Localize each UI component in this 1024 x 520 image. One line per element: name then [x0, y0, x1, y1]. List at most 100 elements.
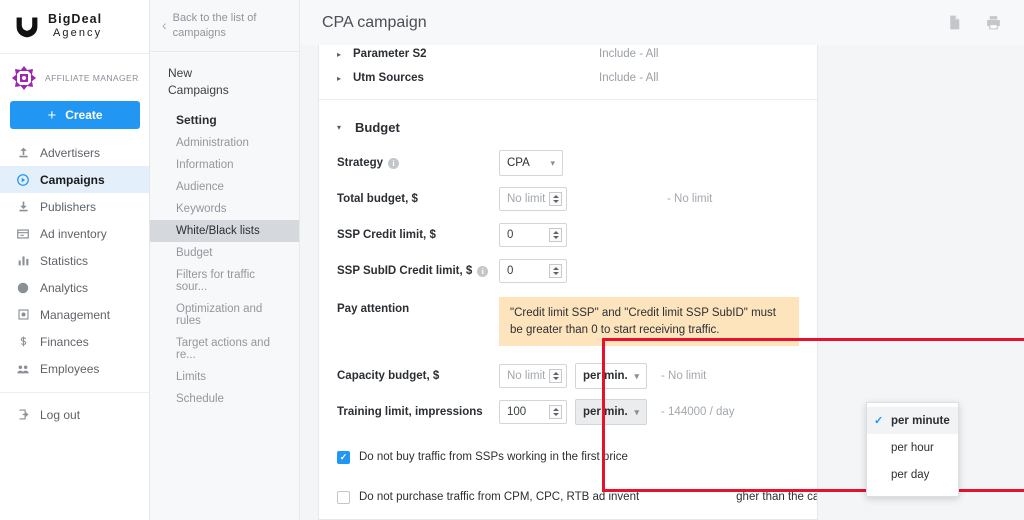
checkbox-row-first-price[interactable]: ✓ Do not buy traffic from SSPs working i…: [319, 442, 817, 472]
subnav-heading: New Campaigns: [150, 52, 299, 108]
chevron-down-icon: ▾: [550, 157, 555, 168]
sidebar-item-label: Statistics: [40, 253, 89, 268]
bar-chart-icon: [16, 254, 30, 268]
info-icon[interactable]: i: [388, 157, 400, 169]
printer-icon[interactable]: [985, 14, 1002, 31]
info-icon[interactable]: i: [477, 265, 489, 277]
play-circle-icon: [16, 173, 30, 187]
subnav-item-setting[interactable]: Setting: [150, 108, 299, 132]
spinner-icon[interactable]: [549, 228, 562, 242]
sidebar-item-label: Advertisers: [40, 145, 101, 160]
subnav-item-limits[interactable]: Limits: [150, 366, 299, 388]
tree-row-parameter-s2[interactable]: ▸ Parameter S2 Include - All: [319, 45, 817, 63]
campaign-subnav: ‹ Back to the list of campaigns New Camp…: [150, 0, 300, 520]
tree-row-value: Include - All: [599, 48, 659, 60]
subnav-item-filters-for-traffic-sources[interactable]: Filters for traffic sour...: [150, 264, 299, 298]
training-limit-hint: - 144000 / day: [661, 406, 735, 419]
chevron-right-icon: ▸: [337, 73, 342, 83]
subnav-item-optimization-and-rules[interactable]: Optimization and rules: [150, 298, 299, 332]
sidebar-item-label: Publishers: [40, 199, 97, 214]
tree-row-label: Utm Sources: [353, 72, 424, 84]
checkbox-first-price[interactable]: ✓: [337, 450, 350, 464]
training-limit-input[interactable]: 100: [499, 400, 567, 425]
sidebar-item-publishers[interactable]: Publishers: [0, 193, 149, 220]
sidebar-item-management[interactable]: Management: [0, 301, 149, 328]
strategy-select[interactable]: CPA ▾: [499, 150, 563, 176]
tree-row-label: Parameter S2: [353, 48, 427, 60]
sidebar-item-finances[interactable]: Finances: [0, 328, 149, 355]
sidebar-item-label: Analytics: [40, 280, 89, 295]
subnav-item-white-black-lists[interactable]: White/Black lists: [150, 219, 299, 242]
subnav-item-keywords[interactable]: Keywords: [150, 198, 299, 220]
logout-arrow-icon: [16, 408, 30, 422]
checkbox-cpm-cpc-rtb[interactable]: [337, 490, 350, 504]
dropdown-option-per-hour[interactable]: per hour: [867, 434, 958, 461]
strategy-select-value: CPA: [507, 157, 530, 169]
brand-name: BigDeal: [48, 11, 103, 26]
spinner-icon[interactable]: [549, 405, 562, 420]
dropdown-option-per-day[interactable]: per day: [867, 461, 958, 488]
back-to-campaigns-link[interactable]: ‹ Back to the list of campaigns: [150, 0, 299, 52]
brand-text: BigDeal Agency: [48, 12, 102, 41]
training-limit-period-select[interactable]: per min... ▾: [575, 399, 647, 426]
period-dropdown-menu[interactable]: ✓ per minute per hour per day: [866, 402, 959, 497]
subnav-item-administration[interactable]: Administration: [150, 132, 299, 154]
tree-row-value: Include - All: [599, 72, 659, 84]
sidebar-item-label: Finances: [40, 334, 89, 349]
sidebar-item-advertisers[interactable]: Advertisers: [0, 139, 149, 166]
chevron-down-icon: ▾: [337, 123, 342, 132]
tree-row-utm-sources[interactable]: ▸ Utm Sources Include - All: [319, 63, 817, 93]
back-to-campaigns-label: Back to the list of campaigns: [172, 12, 257, 39]
sidebar-item-label: Campaigns: [40, 172, 105, 187]
ssp-credit-limit-input[interactable]: 0: [499, 223, 567, 247]
subnav-item-target-actions[interactable]: Target actions and re...: [150, 332, 299, 366]
pay-attention-row: Pay attention "Credit limit SSP" and "Cr…: [319, 289, 817, 347]
spinner-icon[interactable]: [549, 192, 562, 206]
sidebar-item-employees[interactable]: Employees: [0, 355, 149, 382]
sidebar-divider: [0, 392, 149, 393]
budget-section-header[interactable]: ▾ Budget: [319, 106, 817, 145]
app-root: BigDeal Agency AFFILIATE MANAGER + Creat…: [0, 0, 1024, 520]
check-icon: ✓: [874, 415, 884, 427]
capacity-budget-period-select[interactable]: per min... ▾: [575, 363, 647, 390]
sidebar-item-label: Management: [40, 307, 111, 322]
capacity-budget-input[interactable]: No limit: [499, 364, 567, 389]
upload-arrow-icon: [16, 146, 30, 160]
account-block: AFFILIATE MANAGER + Create: [0, 54, 149, 129]
pay-attention-note: "Credit limit SSP" and "Credit limit SSP…: [499, 297, 799, 347]
capacity-budget-label: Capacity budget, $: [337, 370, 440, 383]
sidebar-item-analytics[interactable]: Analytics: [0, 274, 149, 301]
spinner-icon[interactable]: [549, 369, 562, 384]
ssp-subid-credit-limit-label-group: SSP SubID Credit limit, $ i: [337, 265, 499, 277]
ssp-subid-credit-limit-input[interactable]: 0: [499, 259, 567, 283]
subnav-item-audience[interactable]: Audience: [150, 176, 299, 198]
checkbox-row-cpm-cpc-rtb[interactable]: Do not purchase traffic from CPM, CPC, R…: [319, 482, 817, 512]
dropdown-option-label: per hour: [891, 441, 934, 454]
primary-sidebar: BigDeal Agency AFFILIATE MANAGER + Creat…: [0, 0, 150, 520]
total-budget-input[interactable]: No limit: [499, 187, 567, 211]
total-budget-hint: - No limit: [667, 193, 713, 205]
account-row: AFFILIATE MANAGER: [10, 64, 139, 92]
download-arrow-icon: [16, 200, 30, 214]
chevron-right-icon: ▸: [337, 49, 342, 59]
account-role: AFFILIATE MANAGER: [45, 73, 139, 83]
brand-logo-block[interactable]: BigDeal Agency: [0, 0, 149, 54]
ssp-subid-credit-limit-label: SSP SubID Credit limit, $: [337, 265, 473, 277]
chevron-left-icon: ‹: [162, 17, 167, 34]
subnav-item-budget[interactable]: Budget: [150, 242, 299, 264]
sidebar-item-logout[interactable]: Log out: [0, 401, 149, 428]
sidebar-item-label: Ad inventory: [40, 226, 107, 241]
dropdown-option-per-minute[interactable]: ✓ per minute: [867, 407, 958, 434]
sidebar-item-statistics[interactable]: Statistics: [0, 247, 149, 274]
pay-attention-label: Pay attention: [337, 303, 410, 315]
browser-window-icon: [16, 227, 30, 241]
create-button[interactable]: + Create: [10, 101, 140, 129]
section-divider: [319, 99, 817, 100]
sidebar-item-campaigns[interactable]: Campaigns: [0, 166, 149, 193]
subnav-item-schedule[interactable]: Schedule: [150, 388, 299, 410]
subnav-item-information[interactable]: Information: [150, 154, 299, 176]
sidebar-item-ad-inventory[interactable]: Ad inventory: [0, 220, 149, 247]
top-bar: CPA campaign: [300, 0, 1024, 45]
document-icon[interactable]: [946, 14, 963, 31]
spinner-icon[interactable]: [549, 264, 562, 278]
